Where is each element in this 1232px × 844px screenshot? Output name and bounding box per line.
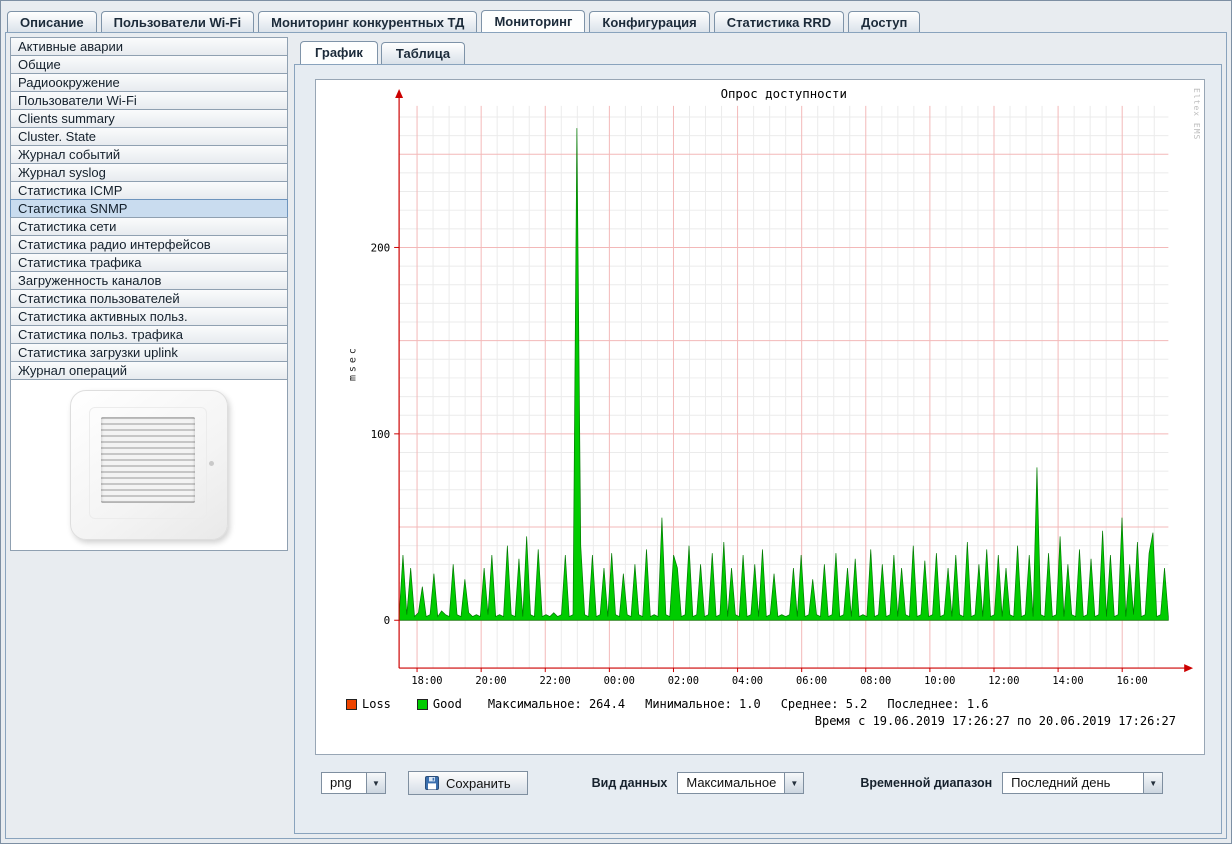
chevron-down-icon[interactable]: ▼ (1143, 773, 1162, 793)
sidebar-item-statistika-icmp[interactable]: Статистика ICMP (10, 181, 288, 200)
legend-label-loss: Loss (362, 697, 391, 711)
sidebar-item-clients-summary[interactable]: Clients summary (10, 109, 288, 128)
chart-legend: Loss Good Максимальное: 264.4 Минимально… (320, 694, 1200, 714)
chart-watermark: Eltex EMS (1192, 88, 1201, 140)
svg-text:22:00: 22:00 (540, 675, 571, 687)
stat-min: Минимальное: 1.0 (645, 697, 761, 711)
format-select-value: png (322, 773, 366, 793)
sidebar-item-aktivnye-avarii[interactable]: Активные аварии (10, 37, 288, 56)
save-button[interactable]: Сохранить (408, 771, 528, 795)
legend-label-good: Good (433, 697, 462, 711)
svg-text:0: 0 (384, 614, 391, 627)
availability-chart: 0 100 200 18:00 20:00 22:00 00:00 02:00 04:00 06:… (320, 84, 1200, 694)
sidebar-item-statistika-seti[interactable]: Статистика сети (10, 217, 288, 236)
sidebar-item-statistika-polzovatelej[interactable]: Статистика пользователей (10, 289, 288, 308)
tab-monitoring-konkurentnyh-td[interactable]: Мониторинг конкурентных ТД (258, 11, 477, 33)
sidebar-item-statistika-zagruzki-uplink[interactable]: Статистика загрузки uplink (10, 343, 288, 362)
svg-text:20:00: 20:00 (475, 675, 506, 687)
sidebar-item-statistika-trafika[interactable]: Статистика трафика (10, 253, 288, 272)
svg-text:00:00: 00:00 (604, 675, 635, 687)
svg-text:msec: msec (348, 345, 359, 381)
tab-polzovateli-wifi[interactable]: Пользователи Wi-Fi (101, 11, 254, 33)
sidebar: Активные аварии Общие Радиоокружение Пол… (10, 37, 288, 834)
top-tabbar: Описание Пользователи Wi-Fi Мониторинг к… (1, 1, 1231, 33)
chevron-down-icon[interactable]: ▼ (784, 773, 803, 793)
sidebar-item-statistika-radio-interfejsov[interactable]: Статистика радио интерфейсов (10, 235, 288, 254)
sidebar-item-cluster-state[interactable]: Cluster. State (10, 127, 288, 146)
sidebar-item-radiookruzhenie[interactable]: Радиоокружение (10, 73, 288, 92)
legend-swatch-loss (346, 699, 357, 710)
chevron-down-icon[interactable]: ▼ (366, 773, 385, 793)
device-panel (10, 379, 288, 551)
tab-opisanie[interactable]: Описание (7, 11, 97, 33)
tab-dostup[interactable]: Доступ (848, 11, 920, 33)
sidebar-item-zagruzhennost-kanalov[interactable]: Загруженность каналов (10, 271, 288, 290)
svg-text:08:00: 08:00 (860, 675, 891, 687)
svg-text:02:00: 02:00 (668, 675, 699, 687)
tab-statistika-rrd[interactable]: Статистика RRD (714, 11, 844, 33)
sidebar-item-zhurnal-operacij[interactable]: Журнал операций (10, 361, 288, 380)
sidebar-item-statistika-snmp[interactable]: Статистика SNMP (10, 199, 288, 218)
stat-last: Последнее: 1.6 (887, 697, 988, 711)
tab-tablica[interactable]: Таблица (381, 42, 465, 64)
time-range-label: Временной диапазон (860, 776, 992, 790)
sidebar-item-statistika-polz-trafika[interactable]: Статистика польз. трафика (10, 325, 288, 344)
tab-monitoring[interactable]: Мониторинг (481, 10, 585, 34)
tab-konfiguraciya[interactable]: Конфигурация (589, 11, 709, 33)
device-grille (101, 417, 195, 503)
view-mode-label: Вид данных (592, 776, 668, 790)
sidebar-item-obschie[interactable]: Общие (10, 55, 288, 74)
sidebar-item-statistika-aktivnyh-polz[interactable]: Статистика активных польз. (10, 307, 288, 326)
legend-swatch-good (417, 699, 428, 710)
stat-avg: Среднее: 5.2 (781, 697, 868, 711)
svg-text:18:00: 18:00 (411, 675, 442, 687)
device-led (209, 461, 214, 466)
monitoring-pane: Активные аварии Общие Радиоокружение Пол… (5, 32, 1227, 839)
time-range-select-value: Последний день (1003, 773, 1143, 793)
app-window: Описание Пользователи Wi-Fi Мониторинг к… (0, 0, 1232, 844)
svg-text:200: 200 (371, 241, 391, 254)
chart-time-range: Время с 19.06.2019 17:26:27 по 20.06.201… (320, 714, 1200, 732)
svg-text:16:00: 16:00 (1116, 675, 1147, 687)
sidebar-item-polzovateli-wifi[interactable]: Пользователи Wi-Fi (10, 91, 288, 110)
tab-grafik[interactable]: График (300, 41, 378, 65)
main-column: График Таблица 0 100 200 18:00 20:00 22:00 00:… (294, 37, 1222, 834)
svg-text:10:00: 10:00 (924, 675, 955, 687)
graph-pane: 0 100 200 18:00 20:00 22:00 00:00 02:00 04:00 06:… (294, 64, 1222, 834)
view-tabbar: График Таблица (294, 37, 1222, 64)
svg-text:Опрос доступности: Опрос доступности (721, 86, 847, 101)
svg-text:06:00: 06:00 (796, 675, 827, 687)
chart-card: 0 100 200 18:00 20:00 22:00 00:00 02:00 04:00 06:… (315, 79, 1205, 755)
svg-text:100: 100 (371, 428, 391, 441)
view-mode-select[interactable]: Максимальное ▼ (677, 772, 804, 794)
view-mode-select-value: Максимальное (678, 773, 784, 793)
svg-text:04:00: 04:00 (732, 675, 763, 687)
stat-max: Максимальное: 264.4 (488, 697, 625, 711)
sidebar-item-zhurnal-sobytij[interactable]: Журнал событий (10, 145, 288, 164)
svg-text:12:00: 12:00 (988, 675, 1019, 687)
sidebar-item-zhurnal-syslog[interactable]: Журнал syslog (10, 163, 288, 182)
controls-bar: png ▼ Сохранить Вид данных (315, 771, 1205, 795)
svg-text:14:00: 14:00 (1052, 675, 1083, 687)
device-image (70, 390, 228, 540)
save-icon (425, 776, 439, 790)
save-button-label: Сохранить (446, 776, 511, 791)
time-range-select[interactable]: Последний день ▼ (1002, 772, 1163, 794)
format-select[interactable]: png ▼ (321, 772, 386, 794)
